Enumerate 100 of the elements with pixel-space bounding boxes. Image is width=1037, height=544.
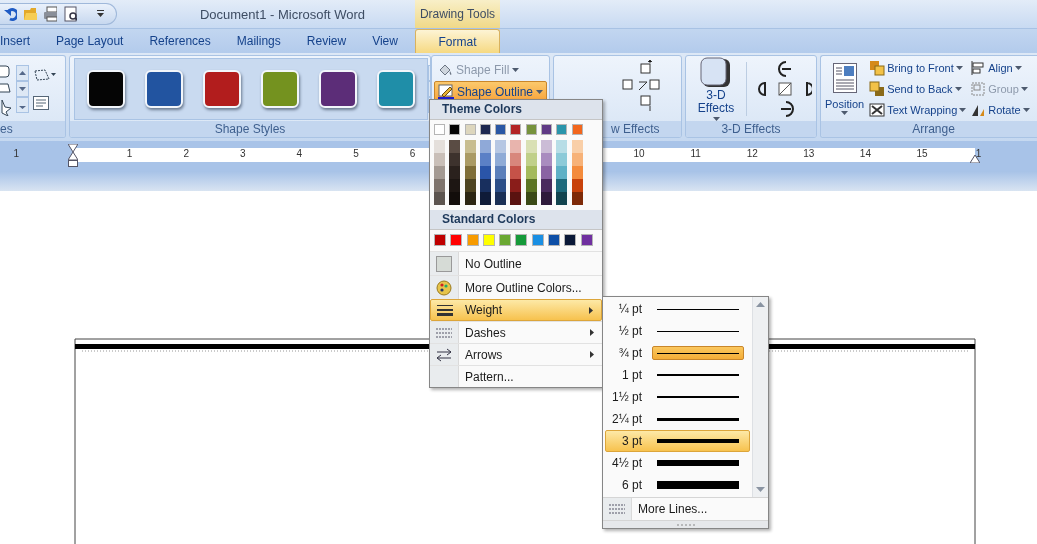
color-swatch[interactable] [531,234,544,246]
color-swatch[interactable] [525,179,537,192]
color-swatch[interactable] [571,166,583,179]
color-swatch[interactable] [571,192,583,205]
weight-option[interactable]: ¼ pt [605,298,750,320]
color-swatch[interactable] [449,140,461,153]
indent-marker-icon[interactable] [68,144,78,168]
menu-item[interactable]: Weight [430,299,602,321]
color-swatch[interactable] [510,179,522,192]
shape-style-swatch[interactable] [261,69,299,108]
menu-item[interactable]: Arrows [430,343,602,365]
color-swatch[interactable] [510,192,522,205]
color-swatch[interactable] [564,234,577,246]
color-swatch[interactable] [449,153,461,166]
color-swatch[interactable] [556,192,568,205]
color-swatch[interactable] [495,140,507,153]
color-swatch[interactable] [495,153,507,166]
color-swatch[interactable] [510,166,522,179]
shape-style-swatch[interactable] [319,69,357,108]
color-swatch[interactable] [434,166,445,179]
color-swatch[interactable] [434,153,445,166]
color-swatch[interactable] [495,179,507,192]
color-swatch[interactable] [510,153,522,166]
ribbon-tab[interactable]: Mailings [223,29,294,53]
ribbon-tab[interactable]: References [136,29,224,53]
shape-style-swatch[interactable] [87,69,125,108]
shape-style-swatch[interactable] [145,69,183,108]
right-indent-marker-icon[interactable] [970,155,980,163]
resize-grip-icon[interactable] [676,523,695,526]
color-swatch[interactable] [464,153,476,166]
color-swatch[interactable] [571,153,583,166]
color-swatch[interactable] [541,124,553,135]
color-swatch[interactable] [434,124,445,135]
arrange-command[interactable]: Align [969,57,1031,78]
color-swatch[interactable] [449,192,461,205]
color-swatch[interactable] [525,140,537,153]
arrange-command[interactable]: Send to Back [868,78,968,99]
arrange-command[interactable]: Text Wrapping [868,99,968,120]
nudge-shadow-icon[interactable] [621,60,661,112]
color-swatch[interactable] [580,234,593,246]
position-button[interactable]: Position [823,62,867,115]
color-swatch[interactable] [450,234,463,246]
scroll-down-icon[interactable] [16,80,29,97]
customize-icon[interactable] [96,9,104,19]
undo-icon[interactable] [4,6,17,22]
color-swatch[interactable] [464,124,476,135]
color-swatch[interactable] [479,179,491,192]
weight-option[interactable]: 6 pt [605,474,750,496]
edit-shape-icon[interactable] [33,67,57,82]
color-swatch[interactable] [449,179,461,192]
color-swatch[interactable] [434,234,446,246]
print-preview-icon[interactable] [62,6,77,22]
menu-item[interactable]: Pattern... [430,365,602,387]
color-swatch[interactable] [525,124,537,135]
color-swatch[interactable] [541,166,553,179]
color-swatch[interactable] [541,179,553,192]
weight-option[interactable]: 4½ pt [605,452,750,474]
weight-option[interactable]: ¾ pt [605,342,750,364]
color-swatch[interactable] [479,153,491,166]
weight-option[interactable]: 3 pt [605,430,750,452]
color-swatch[interactable] [434,140,445,153]
color-swatch[interactable] [510,124,522,135]
color-swatch[interactable] [525,153,537,166]
scroll-up-icon[interactable] [753,301,768,307]
scrollbar[interactable] [752,297,768,497]
color-swatch[interactable] [482,234,495,246]
color-swatch[interactable] [541,153,553,166]
weight-option[interactable]: 2¼ pt [605,408,750,430]
color-swatch[interactable] [479,166,491,179]
ribbon-tab[interactable]: Review [293,29,360,53]
arrange-command[interactable]: Rotate [969,99,1031,120]
color-swatch[interactable] [495,166,507,179]
ribbon-tab[interactable]: View [359,29,411,53]
color-swatch[interactable] [541,192,553,205]
color-swatch[interactable] [434,179,445,192]
color-swatch[interactable] [556,153,568,166]
color-swatch[interactable] [499,234,512,246]
text-box-icon[interactable] [33,95,49,110]
shape-style-swatch[interactable] [377,69,415,108]
color-swatch[interactable] [464,140,476,153]
color-swatch[interactable] [571,140,583,153]
ribbon-tab[interactable]: Format [415,29,500,53]
color-swatch[interactable] [495,192,507,205]
color-swatch[interactable] [479,192,491,205]
color-swatch[interactable] [525,166,537,179]
weight-option[interactable]: 1½ pt [605,386,750,408]
more-icon[interactable] [16,96,29,113]
arrange-command[interactable]: Bring to Front [868,57,968,78]
color-swatch[interactable] [464,192,476,205]
color-swatch[interactable] [449,124,461,135]
color-swatch[interactable] [515,234,528,246]
color-swatch[interactable] [556,179,568,192]
color-swatch[interactable] [464,179,476,192]
color-swatch[interactable] [525,192,537,205]
color-swatch[interactable] [466,234,479,246]
ribbon-tab[interactable]: Page Layout [43,29,137,53]
color-swatch[interactable] [495,124,507,135]
color-swatch[interactable] [556,166,568,179]
color-swatch[interactable] [556,140,568,153]
scroll-up-icon[interactable] [16,64,29,81]
